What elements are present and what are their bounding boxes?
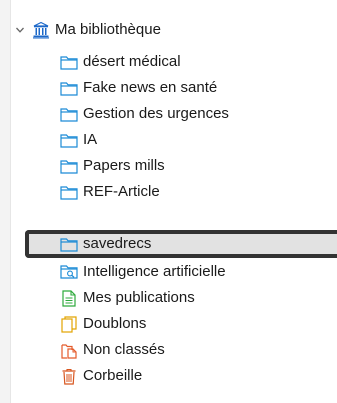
collection-item-selected[interactable]: savedrecs	[60, 232, 337, 256]
folder-icon	[60, 132, 78, 148]
my-publications-label: Mes publications	[83, 289, 195, 306]
trash-icon	[60, 368, 78, 385]
duplicates-label: Doublons	[83, 315, 147, 332]
saved-search-item[interactable]: Intelligence artificielle	[60, 260, 337, 284]
saved-search-label: Intelligence artificielle	[83, 263, 226, 280]
collections-pane: Ma bibliothèque désert médical Fake news…	[0, 0, 337, 403]
collection-label: Gestion des urgences	[83, 105, 229, 122]
collection-label: IA	[83, 131, 98, 148]
trash-item[interactable]: Corbeille	[60, 364, 337, 388]
my-publications-item[interactable]: Mes publications	[60, 286, 337, 310]
folder-icon	[60, 54, 78, 70]
folder-icon	[60, 184, 78, 200]
folder-icon	[60, 236, 78, 252]
collection-label: Fake news en santé	[83, 79, 218, 96]
collection-item[interactable]: désert médical	[60, 50, 337, 74]
collection-item[interactable]: REF-Article	[60, 180, 337, 204]
unfiled-item[interactable]: Non classés	[60, 338, 337, 362]
collection-item[interactable]: Papers mills	[60, 154, 337, 178]
chevron-down-icon[interactable]	[14, 24, 26, 36]
saved-search-folder-icon	[60, 264, 78, 280]
trash-label: Corbeille	[83, 367, 143, 384]
collection-label: REF-Article	[83, 183, 160, 200]
duplicates-icon	[60, 315, 78, 333]
library-building-icon	[32, 21, 50, 39]
collection-item[interactable]: Gestion des urgences	[60, 102, 337, 126]
duplicates-item[interactable]: Doublons	[60, 312, 337, 336]
collection-item[interactable]: Fake news en santé	[60, 76, 337, 100]
unfiled-label: Non classés	[83, 341, 165, 358]
library-title: Ma bibliothèque	[55, 21, 161, 38]
collection-label: savedrecs	[83, 235, 152, 252]
unfiled-icon	[60, 342, 78, 359]
pane-left-edge	[0, 0, 11, 403]
collection-label: Papers mills	[83, 157, 165, 174]
folder-icon	[60, 80, 78, 96]
document-icon	[60, 289, 78, 307]
folder-icon	[60, 106, 78, 122]
collection-item[interactable]: IA	[60, 128, 337, 152]
collection-label: désert médical	[83, 53, 181, 70]
folder-icon	[60, 158, 78, 174]
library-root-row[interactable]: Ma bibliothèque	[14, 18, 334, 42]
